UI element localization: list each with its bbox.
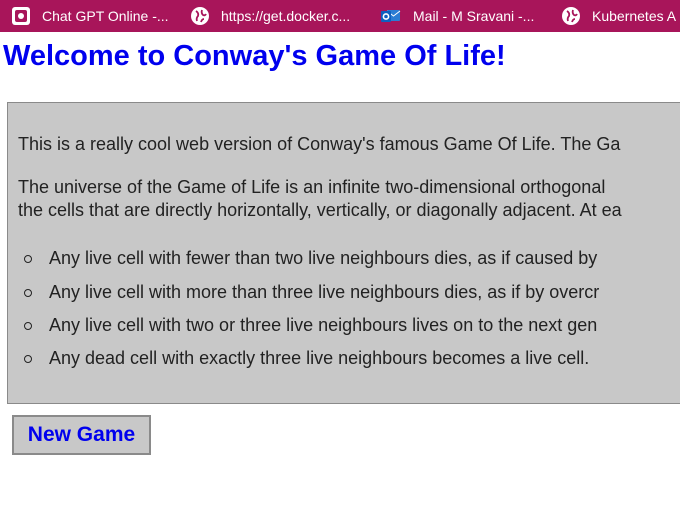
rule-text: Any live cell with fewer than two live n… [49, 248, 598, 268]
bookmark-docker[interactable]: https://get.docker.c... [191, 0, 350, 32]
bookmark-label: Mail - M Sravani -... [413, 8, 535, 24]
bookmark-label: https://get.docker.c... [221, 8, 351, 24]
globe-icon [191, 7, 209, 25]
rule-item: Any live cell with more than three live … [24, 281, 600, 304]
circle-bullet-icon [24, 355, 32, 363]
chat-app-icon [12, 7, 30, 25]
page-title: Welcome to Conway's Game Of Life! [3, 40, 506, 72]
universe-paragraph-line-2: the cells that are directly horizontally… [18, 200, 622, 220]
bookmark-label: Kubernetes A [592, 8, 677, 24]
bookmark-mail[interactable]: Mail - M Sravani -... [381, 0, 534, 32]
bookmark-label: Chat GPT Online -... [42, 8, 169, 24]
bookmark-kubernetes[interactable]: Kubernetes A [562, 0, 676, 32]
rule-text: Any live cell with more than three live … [49, 282, 600, 302]
rule-text: Any live cell with two or three live nei… [49, 315, 598, 335]
universe-paragraph-line-1: The universe of the Game of Life is an i… [18, 177, 606, 197]
globe-icon [562, 7, 580, 25]
intro-paragraph: This is a really cool web version of Con… [18, 134, 621, 154]
intro-panel: This is a really cool web version of Con… [7, 102, 680, 404]
circle-bullet-icon [24, 255, 32, 263]
new-game-button[interactable]: New Game [12, 415, 151, 455]
rule-item: Any dead cell with exactly three live ne… [24, 347, 590, 370]
rule-item: Any live cell with two or three live nei… [24, 314, 598, 337]
bookmarks-bar: Chat GPT Online -... https://get.docker.… [0, 0, 680, 32]
rule-item: Any live cell with fewer than two live n… [24, 247, 598, 270]
bookmark-chat-gpt[interactable]: Chat GPT Online -... [12, 0, 169, 32]
rule-text: Any dead cell with exactly three live ne… [49, 348, 590, 368]
circle-bullet-icon [24, 289, 32, 297]
outlook-mail-icon [381, 7, 401, 25]
circle-bullet-icon [24, 322, 32, 330]
